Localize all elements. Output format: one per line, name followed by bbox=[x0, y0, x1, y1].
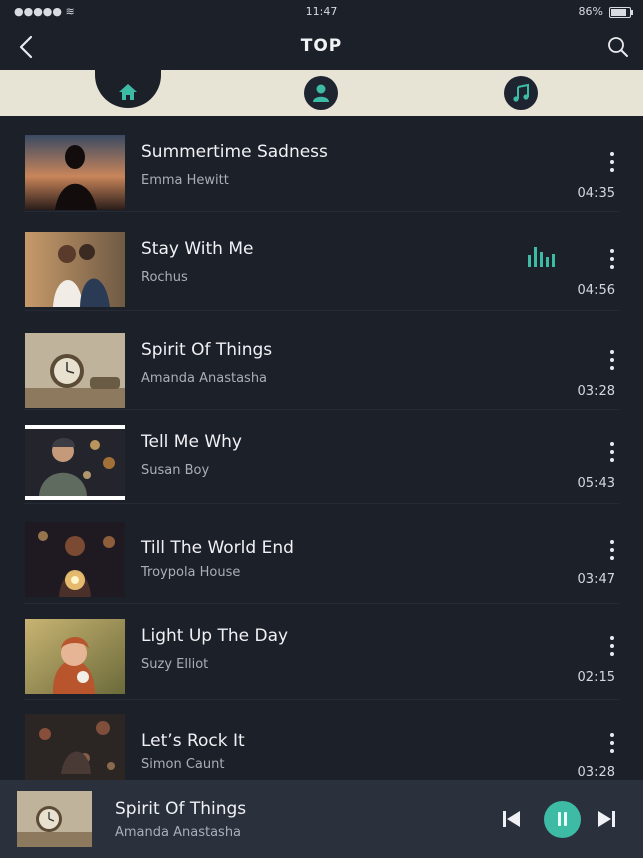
song-duration: 02:15 bbox=[577, 670, 615, 685]
song-artist: Amanda Anastasha bbox=[141, 371, 268, 386]
tab-home[interactable] bbox=[111, 74, 145, 108]
song-title: Stay With Me bbox=[141, 239, 254, 259]
tab-bar bbox=[0, 66, 643, 116]
album-art bbox=[25, 714, 125, 789]
battery-level: 86% bbox=[578, 5, 603, 18]
song-duration: 03:28 bbox=[577, 765, 615, 780]
now-playing-artist: Amanda Anastasha bbox=[115, 825, 242, 840]
song-title: Summertime Sadness bbox=[141, 142, 328, 162]
song-duration: 04:35 bbox=[577, 186, 615, 201]
song-title: Till The World End bbox=[141, 538, 294, 558]
tab-music[interactable] bbox=[504, 76, 538, 110]
divider bbox=[24, 699, 619, 700]
header: TOP bbox=[0, 26, 643, 70]
list-item[interactable]: Stay With Me Rochus 04:56 bbox=[0, 215, 643, 311]
more-options-button[interactable] bbox=[608, 733, 616, 755]
song-artist: Susan Boy bbox=[141, 463, 210, 478]
song-artist: Rochus bbox=[141, 270, 188, 285]
now-playing-art bbox=[17, 791, 92, 847]
song-artist: Troypola House bbox=[141, 565, 241, 580]
more-options-button[interactable] bbox=[608, 249, 616, 271]
more-options-button[interactable] bbox=[608, 540, 616, 562]
album-art bbox=[25, 425, 125, 500]
song-title: Let’s Rock It bbox=[141, 731, 245, 751]
page-title: TOP bbox=[300, 36, 343, 56]
more-options-button[interactable] bbox=[608, 442, 616, 464]
pause-button[interactable] bbox=[544, 801, 581, 838]
search-icon bbox=[608, 37, 628, 57]
music-note-icon bbox=[513, 83, 529, 102]
more-options-button[interactable] bbox=[608, 350, 616, 372]
song-duration: 03:47 bbox=[577, 572, 615, 587]
song-artist: Simon Caunt bbox=[141, 757, 225, 772]
status-time: 11:47 bbox=[305, 5, 338, 18]
previous-track-button[interactable] bbox=[503, 811, 521, 827]
list-item[interactable]: Tell Me Why Susan Boy 05:43 bbox=[0, 408, 643, 504]
tab-artist[interactable] bbox=[304, 76, 338, 110]
equalizer-icon bbox=[528, 247, 555, 267]
song-duration: 03:28 bbox=[577, 384, 615, 399]
more-options-button[interactable] bbox=[608, 152, 616, 174]
mini-player[interactable]: Spirit Of Things Amanda Anastasha bbox=[0, 780, 643, 858]
divider bbox=[24, 211, 619, 212]
song-artist: Emma Hewitt bbox=[141, 173, 229, 188]
user-icon bbox=[313, 84, 329, 102]
song-duration: 05:43 bbox=[577, 476, 615, 491]
status-bar: ●●●●● ≋ 11:47 86% bbox=[0, 0, 643, 26]
song-title: Tell Me Why bbox=[141, 432, 242, 452]
song-artist: Suzy Elliot bbox=[141, 657, 209, 672]
album-art bbox=[25, 232, 125, 307]
search-button[interactable] bbox=[607, 36, 629, 58]
song-duration: 04:56 bbox=[577, 283, 615, 298]
more-options-button[interactable] bbox=[608, 636, 616, 658]
list-item[interactable]: Summertime Sadness Emma Hewitt 04:35 bbox=[0, 116, 643, 212]
battery-icon bbox=[609, 7, 633, 18]
skip-next-icon bbox=[598, 811, 615, 827]
list-item[interactable]: Light Up The Day Suzy Elliot 02:15 bbox=[0, 604, 643, 700]
album-art bbox=[25, 333, 125, 408]
divider bbox=[24, 503, 619, 504]
album-art bbox=[25, 135, 125, 210]
song-title: Spirit Of Things bbox=[141, 340, 273, 360]
next-track-button[interactable] bbox=[597, 811, 615, 827]
album-art bbox=[25, 522, 125, 597]
now-playing-title: Spirit Of Things bbox=[115, 799, 247, 819]
skip-previous-icon bbox=[503, 811, 520, 827]
album-art bbox=[25, 619, 125, 694]
list-item[interactable]: Till The World End Troypola House 03:47 bbox=[0, 508, 643, 604]
divider bbox=[24, 310, 619, 311]
home-icon bbox=[119, 84, 137, 100]
list-item[interactable]: Spirit Of Things Amanda Anastasha 03:28 bbox=[0, 314, 643, 410]
song-title: Light Up The Day bbox=[141, 626, 289, 646]
